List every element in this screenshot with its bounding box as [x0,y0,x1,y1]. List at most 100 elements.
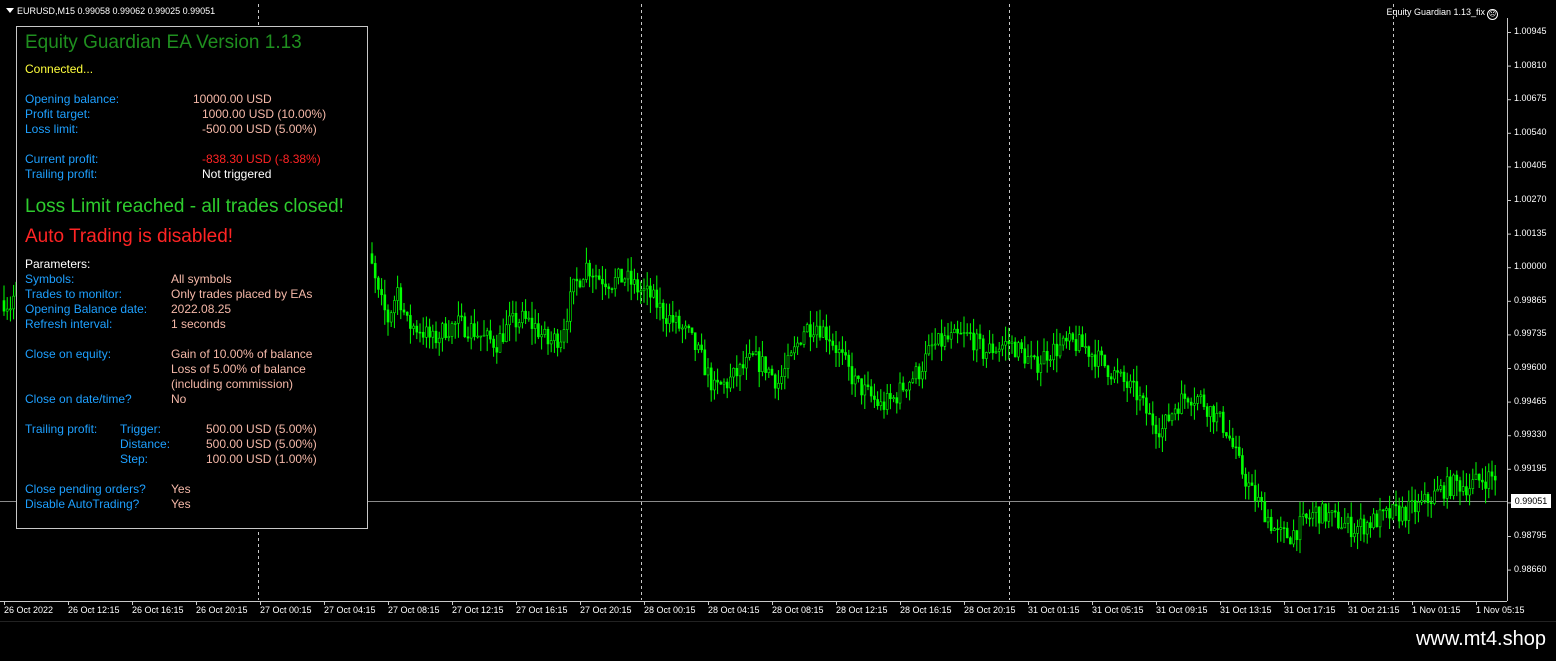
loss-limit-message: Loss Limit reached - all trades closed! [25,196,344,217]
smiley-icon: ☹ [1487,9,1498,20]
candle-body [373,263,377,279]
candle-body [380,289,383,296]
candle-body [370,253,374,264]
trailing-distance-value: 500.00 USD (5.00%) [206,437,317,451]
candle-body [1442,485,1446,499]
symbol-header-text: EURUSD,M15 0.99058 0.99062 0.99025 0.990… [17,6,216,16]
candle-body [917,366,921,380]
candle-body [1010,341,1014,344]
candle-body [809,324,812,338]
time-tick-label: 31 Oct 09:15 [1156,605,1208,615]
candle-body [1199,394,1203,397]
candle-body [527,317,531,320]
candle-body [1381,509,1385,512]
candle-body [457,315,460,324]
candle-body [447,336,451,338]
candle-body [549,340,553,345]
time-tick-label: 28 Oct 12:15 [836,605,888,615]
price-tick-label: 0.98660 [1514,563,1547,574]
candle-body [1061,337,1065,346]
candle-body [508,315,511,326]
price-tick-label: 0.99735 [1514,328,1547,339]
candle-body [991,343,995,354]
candle-body [1263,501,1267,523]
candle-body [1490,471,1494,477]
candle-body [873,395,876,400]
time-tick-label: 31 Oct 01:15 [1028,605,1080,615]
candle-body [1487,471,1491,489]
candle-body [613,277,617,290]
candle-body [9,308,12,311]
price-tick-label: 0.99195 [1514,462,1547,473]
candle-body [668,315,671,324]
price-tick-label: 1.00810 [1514,59,1547,70]
candle-body [847,354,851,367]
candle-body [713,379,716,391]
candle-body [1103,354,1107,367]
candle-body [754,351,758,355]
bottom-bar [0,621,1556,661]
candle-body [1445,476,1449,499]
loss-limit-label: Loss limit: [25,122,79,136]
candle-body [450,323,454,337]
candle-body [501,333,505,342]
param-value: Loss of 5.00% of balance [171,362,306,376]
param-value: (including commission) [171,377,294,391]
price-tick-label: 0.99865 [1514,294,1547,305]
candle-body [1125,381,1129,388]
time-tick-label: 31 Oct 05:15 [1092,605,1144,615]
candle-body [927,345,931,355]
candle-body [1321,503,1324,524]
dropdown-triangle-icon[interactable] [6,8,14,13]
candle-body [802,331,806,345]
candle-body [1241,455,1244,475]
candle-body [988,343,991,353]
candle-body [1359,518,1363,527]
candle-body [1250,482,1254,486]
candle-body [1346,516,1350,524]
candle-body [1436,489,1439,492]
price-tick-label: 0.99600 [1514,362,1547,372]
candle-body [882,401,886,410]
candle-body [428,326,431,338]
candle-body [418,331,422,334]
candle-body [828,339,831,342]
candle-body [799,342,803,345]
candle-body [911,378,915,383]
candle-body [860,378,863,396]
candle-body [892,397,895,400]
candle-body [5,308,9,312]
disable-auto-value: Yes [171,497,191,511]
price-tick-label: 1.00270 [1514,194,1547,204]
candle-body [965,332,969,334]
candle-body [1305,513,1308,519]
profit-target-label: Profit target: [25,107,91,121]
candle-body [623,278,627,283]
candle-body [1074,339,1078,351]
candle-body [1119,371,1123,374]
candle-body [1279,527,1283,530]
time-tick-label: 28 Oct 08:15 [772,605,824,615]
disable-auto-label: Disable AutoTrading? [25,497,140,511]
candle-body [876,399,879,406]
candle-body [1113,370,1116,380]
candle-body [1100,350,1103,356]
candle-body [732,367,735,378]
candle-body [972,332,975,351]
candle-body [1081,334,1084,348]
candle-body [1183,393,1187,399]
candle-body [1343,522,1347,529]
candle-body [889,393,892,400]
symbol-header[interactable]: EURUSD,M15 0.99058 0.99062 0.99025 0.990… [6,6,215,16]
candle-body [1324,503,1327,522]
candle-body [1340,527,1343,530]
candle-body [649,285,652,298]
candle-body [898,382,902,404]
candle-body [863,384,867,396]
candle-body [924,353,927,372]
candle-body [1097,350,1100,367]
candle-body [818,325,822,338]
ea-indicator-label[interactable]: Equity Guardian 1.13_fix ☹ [1386,7,1498,20]
candle-body [997,348,1001,352]
candle-body [786,355,790,369]
